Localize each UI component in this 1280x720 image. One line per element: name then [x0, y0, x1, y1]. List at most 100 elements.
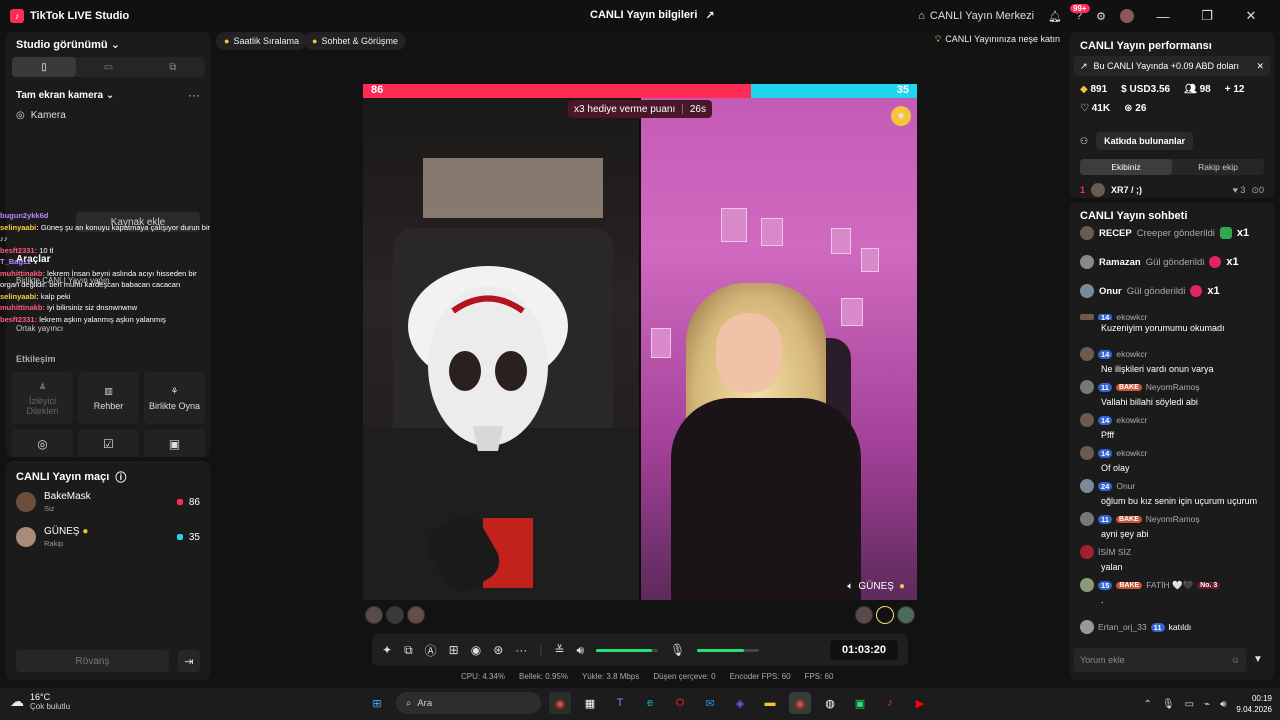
rematch-button[interactable]: Rövanş [16, 650, 169, 672]
play-together-tool[interactable]: ⚘ Birlikte Oyna [144, 372, 205, 424]
mic-slider[interactable] [697, 648, 760, 652]
host-top-gifters[interactable] [365, 606, 425, 624]
person-icon[interactable]: ⚇ [1080, 136, 1088, 147]
help-icon[interactable]: ⓘ [115, 469, 126, 485]
opponent-name-tag: 🔈︎ GÜNEŞ ● [847, 581, 905, 592]
chat-message[interactable]: 11 BAKE NeyomRamoş ayni şey abi [1080, 512, 1270, 539]
send-icon[interactable]: ▼ [1253, 654, 1263, 665]
box-icon[interactable]: ▣ [144, 429, 205, 457]
more-icon[interactable]: ··· [188, 88, 200, 102]
plus-box-icon[interactable]: ⊞ [449, 643, 459, 657]
taskbar-search[interactable]: ⌕ Ara [396, 692, 541, 714]
screen-share-icon[interactable]: ⧉ [404, 643, 413, 658]
chat-message[interactable]: 24 Onur oğlum bu kız senin için uçurum uç… [1080, 479, 1270, 506]
tip-text[interactable]: 💡︎ CANLI Yayınınıza neşe katın [935, 34, 1060, 45]
tiktok-icon[interactable]: ♪ [879, 692, 901, 714]
chat-message[interactable]: 14 ekowkcr Kuzeniyim yorumumu okumadı [1080, 314, 1270, 333]
notifications-button[interactable]: 🔔︎ [1048, 10, 1062, 23]
tab-dual[interactable]: ⧉ [141, 57, 205, 77]
obs-icon[interactable]: ◍ [819, 692, 841, 714]
viewer-requests-tool[interactable]: ♟ İzleyici Dilekleri [12, 372, 73, 424]
avatar [1091, 183, 1106, 197]
crown-icon: ★ [891, 106, 911, 126]
overlay-chat-line: selinyaabi: kalp peki [0, 291, 71, 301]
emoji-icon: ☺ [1230, 655, 1240, 665]
store-icon[interactable]: ▦ [579, 692, 601, 714]
chat-message[interactable]: 15 BAKE FATİH 🤍🖤 No. 3 . [1080, 578, 1270, 605]
start-icon[interactable]: ⊞ [366, 692, 388, 714]
system-tray: ⌃ 🎙︎ ▭ ⌁ 🔊︎ 00:19 9.04.2026 [1144, 693, 1272, 715]
volume-icon[interactable]: 🔊︎ [1220, 699, 1226, 710]
host-camera [363, 98, 639, 600]
target-icon[interactable]: ⊛ [493, 643, 503, 657]
teams-icon[interactable]: T [609, 692, 631, 714]
chat-message[interactable]: 14 ekowkcr Ne ilişkileri vardı onun varya [1080, 347, 1270, 374]
tab-portrait[interactable]: ▯ [12, 57, 77, 77]
clock[interactable]: 00:19 9.04.2026 [1236, 693, 1272, 715]
top-contributor-row[interactable]: 1 XR7 / ;) ♥ 3 ⊙0 [1080, 182, 1264, 198]
studio-view-dropdown[interactable]: Studio görünümü ⌄ [16, 38, 120, 51]
network-icon[interactable]: ⌁ [1204, 699, 1210, 710]
adjust-icon[interactable]: ≚ [554, 643, 564, 657]
tab-landscape[interactable]: ▭ [76, 57, 140, 77]
opponent-top-gifters[interactable] [855, 606, 915, 624]
chevron-up-icon[interactable]: ⌃ [1144, 699, 1152, 710]
edge-icon[interactable]: e [639, 692, 661, 714]
guide-tool[interactable]: ▥ Rehber [78, 372, 139, 424]
speaker-icon[interactable]: 🔊︎ [576, 643, 584, 658]
close-icon[interactable]: ✕ [1256, 61, 1264, 72]
folder-icon[interactable]: ▬ [759, 692, 781, 714]
microphone-icon[interactable]: 🎙︎ [670, 643, 685, 657]
display-icon[interactable]: ▭ [1185, 699, 1194, 710]
youtube-icon[interactable]: ▶ [909, 692, 931, 714]
chrome-active-icon[interactable]: ◉ [789, 692, 811, 714]
live-info-button[interactable]: CANLI Yayın bilgileri ↗ [590, 9, 715, 22]
avatar [1080, 512, 1094, 526]
microphone-icon[interactable]: 🎙︎ [1162, 699, 1175, 710]
chrome-icon[interactable]: ◉ [549, 692, 571, 714]
profile-avatar[interactable] [1120, 9, 1134, 23]
overlay-chat-line: selinyaabi: Güneş şu an konuyu kapatmaya… [0, 222, 211, 244]
overlay-chat-line: T_Bag11 [0, 257, 31, 266]
chat-message[interactable]: İSİM SİZ yalan [1080, 545, 1270, 572]
ai-icon[interactable]: Ⓐ [425, 642, 437, 659]
settings-button[interactable]: ⚙ [1096, 10, 1106, 23]
tab-rival-team[interactable]: Rakip ekip [1172, 159, 1264, 175]
volume-slider[interactable] [596, 648, 659, 652]
chat-message[interactable]: 14 ekowkcr Pfff [1080, 413, 1270, 440]
exit-match-button[interactable]: ⇥ [178, 650, 200, 672]
chat-call-pill[interactable]: ● Sohbet & Görüşme [304, 32, 406, 50]
notification-badge: 99+ [1070, 4, 1090, 13]
chat-message[interactable]: 11 BAKE NeyomRamoş Vallahi billahi söyledi… [1080, 380, 1270, 407]
more-icon[interactable]: ··· [515, 643, 527, 657]
performance-title: CANLI Yayın performansı [1080, 40, 1212, 52]
comment-input[interactable]: Yorum ekle ☺ [1074, 648, 1246, 672]
mail-icon[interactable]: ✉ [699, 692, 721, 714]
close-button[interactable]: ✕ [1236, 8, 1266, 24]
discord-icon[interactable]: ◈ [729, 692, 751, 714]
minimize-button[interactable]: — [1148, 9, 1178, 24]
chat-join-message[interactable]: Ertan_orj_33 11 katıldı [1080, 620, 1270, 634]
overlay-chat-line: besft2331: lekrem aşkın yalanmış aşkın y… [0, 314, 166, 324]
contributors-button[interactable]: Katkıda bulunanlar [1096, 132, 1194, 150]
weather-widget[interactable]: ☁ 16°C Çok bulutlu [10, 692, 70, 711]
tab-your-team[interactable]: Ekibiniz [1080, 159, 1172, 175]
chat-message[interactable]: 14 ekowkcr Of olay [1080, 446, 1270, 473]
record-icon[interactable]: ◉ [471, 643, 481, 657]
app-green-icon[interactable]: ▣ [849, 692, 871, 714]
avatar [1080, 545, 1094, 559]
checklist-icon[interactable]: ☑ [78, 429, 139, 457]
maximize-button[interactable]: ❐ [1192, 8, 1222, 24]
search-icon: ⌕ [406, 697, 412, 709]
magic-wand-icon[interactable]: ✦ [382, 643, 392, 657]
avatar [365, 606, 383, 624]
viewer-icon: ♟ [38, 380, 47, 391]
opera-icon[interactable]: O [669, 692, 691, 714]
contributors-row: ⚇ Katkıda bulunanlar [1080, 132, 1194, 150]
scene-dropdown[interactable]: Tam ekran kamera ⌄ [16, 90, 114, 101]
live-center-button[interactable]: ⌂ CANLI Yayın Merkezi [918, 10, 1034, 22]
target-icon[interactable]: ◎ [12, 429, 73, 457]
hourly-ranking-pill[interactable]: ● Saatlik Sıralama [216, 32, 307, 50]
camera-source[interactable]: ◎ Kamera [16, 110, 66, 121]
avatar [1080, 380, 1094, 394]
